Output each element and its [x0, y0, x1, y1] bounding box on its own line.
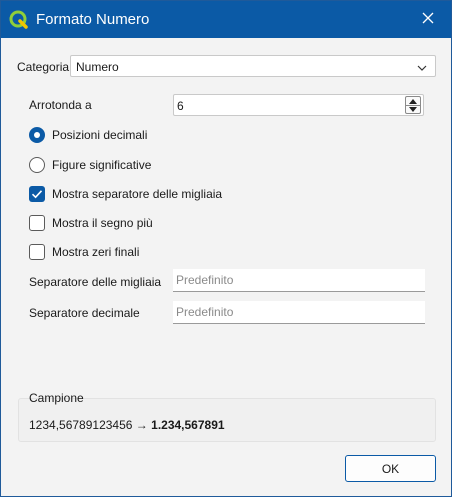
- checkbox-trailing-zeros[interactable]: [29, 244, 45, 260]
- checkbox-show-plus-sign-label: Mostra il segno più: [52, 216, 153, 230]
- checkbox-thousands-separator[interactable]: [29, 186, 45, 202]
- category-select[interactable]: Numero: [70, 55, 436, 77]
- ok-button[interactable]: OK: [345, 455, 436, 482]
- radio-significant-figures-label: Figure significative: [52, 158, 152, 172]
- round-to-value: 6: [177, 99, 184, 113]
- triangle-down-icon: [409, 106, 417, 112]
- radio-decimal-places[interactable]: [29, 127, 45, 143]
- spin-buttons: [405, 96, 421, 114]
- qgis-logo-icon: [9, 10, 29, 30]
- checkbox-trailing-zeros-label: Mostra zeri finali: [52, 245, 140, 259]
- window-title: Formato Numero: [36, 11, 150, 28]
- category-label: Categoria: [17, 60, 70, 74]
- sample-group-title-overlay: Campione: [29, 391, 84, 405]
- decimal-separator-label: Separatore decimale: [29, 306, 140, 320]
- checkbox-show-plus-sign[interactable]: [29, 215, 45, 231]
- triangle-up-icon: [409, 98, 417, 104]
- close-button[interactable]: [405, 1, 451, 38]
- format-number-dialog: Formato Numero Categoria Numero Arrotond…: [0, 0, 452, 497]
- category-value: Numero: [76, 60, 119, 74]
- close-icon: [422, 12, 434, 27]
- thousands-separator-input[interactable]: [173, 269, 425, 292]
- checkbox-thousands-separator-label: Mostra separatore delle migliaia: [52, 187, 223, 201]
- sample-output: 1.234,567891: [151, 418, 225, 432]
- title-bar: Formato Numero: [1, 1, 451, 38]
- sample-input: 1234,56789123456: [29, 418, 133, 432]
- sample-arrow: →: [135, 418, 148, 432]
- chevron-down-icon: [417, 62, 427, 72]
- round-to-label: Arrotonda a: [29, 98, 92, 112]
- spin-down-button[interactable]: [406, 105, 420, 113]
- decimal-separator-input[interactable]: [173, 301, 425, 324]
- radio-significant-figures[interactable]: [29, 157, 45, 173]
- sample-preview: 1234,56789123456 → 1.234,567891: [29, 418, 225, 432]
- round-to-spinbox[interactable]: 6: [173, 94, 424, 116]
- thousands-separator-label: Separatore delle migliaia: [29, 275, 162, 289]
- radio-decimal-places-label: Posizioni decimali: [52, 128, 148, 142]
- checkmark-icon: [31, 190, 43, 199]
